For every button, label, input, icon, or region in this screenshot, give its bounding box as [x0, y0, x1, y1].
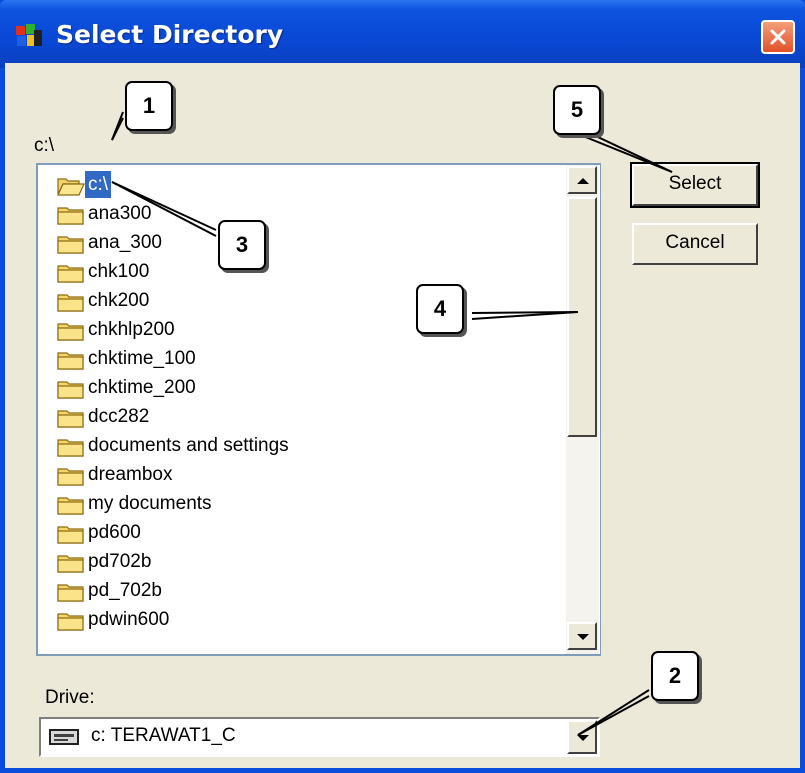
- drive-dropdown-button[interactable]: [567, 720, 597, 754]
- folder-name: chk100: [88, 261, 150, 282]
- folder-name: chktime_200: [88, 377, 196, 398]
- folder-item[interactable]: chk200: [38, 286, 566, 315]
- folder-item[interactable]: dcc282: [38, 402, 566, 431]
- cancel-button[interactable]: Cancel: [632, 223, 758, 265]
- folder-item[interactable]: dreambox: [38, 460, 566, 489]
- callout-1: 1: [125, 81, 173, 131]
- folder-icon: [57, 526, 84, 544]
- folder-name: chktime_100: [88, 348, 196, 369]
- directory-list-items: c:\ ana300 ana_300 chk100 chk200 chkhlp200 chk…: [38, 165, 566, 654]
- folder-icon: [57, 352, 84, 370]
- folder-item[interactable]: chktime_100: [38, 344, 566, 373]
- drive-select[interactable]: c: TERAWAT1_C: [39, 717, 600, 757]
- folder-icon: [57, 497, 84, 515]
- folder-item[interactable]: my documents: [38, 489, 566, 518]
- vertical-scrollbar[interactable]: [566, 165, 599, 654]
- folder-name: documents and settings: [88, 435, 289, 456]
- folder-item[interactable]: chkhlp200: [38, 315, 566, 344]
- folder-name: dcc282: [88, 406, 150, 427]
- callout-3: 3: [218, 220, 266, 270]
- folder-item[interactable]: documents and settings: [38, 431, 566, 460]
- title-bar[interactable]: Select Directory: [0, 0, 805, 68]
- folder-icon: [57, 381, 84, 399]
- callout-5: 5: [553, 85, 601, 135]
- arrow-up-icon: [577, 178, 589, 184]
- window-title: Select Directory: [56, 20, 284, 49]
- current-path-label: c:\: [34, 135, 55, 156]
- scrollbar-thumb[interactable]: [567, 197, 597, 437]
- app-icon: [16, 24, 42, 46]
- folder-icon: [57, 207, 84, 225]
- folder-item[interactable]: pd_702b: [38, 576, 566, 605]
- folder-name: my documents: [88, 493, 212, 514]
- drive-value: c: TERAWAT1_C: [91, 725, 236, 746]
- arrow-down-icon: [577, 634, 589, 640]
- folder-name: ana_300: [88, 232, 162, 253]
- folder-icon: [57, 555, 84, 573]
- folder-item[interactable]: pd702b: [38, 547, 566, 576]
- callout-2: 2: [651, 651, 699, 701]
- folder-name: chk200: [88, 290, 150, 311]
- folder-icon: [57, 439, 84, 457]
- folder-name: pd600: [88, 522, 141, 543]
- folder-name: c:\: [85, 171, 112, 198]
- folder-name: pdwin600: [88, 609, 170, 630]
- close-icon: [770, 29, 786, 45]
- scroll-up-button[interactable]: [567, 166, 597, 194]
- folder-name: pd702b: [88, 551, 152, 572]
- folder-item[interactable]: c:\: [38, 170, 566, 199]
- folder-name: ana300: [88, 203, 152, 224]
- folder-icon: [57, 584, 84, 602]
- folder-item[interactable]: ana_300: [38, 228, 566, 257]
- directory-list[interactable]: c:\ ana300 ana_300 chk100 chk200 chkhlp200 chk…: [36, 163, 601, 656]
- folder-icon: [57, 410, 84, 428]
- select-button[interactable]: Select: [630, 162, 760, 208]
- folder-icon: [57, 236, 84, 254]
- chevron-down-icon: [577, 735, 589, 741]
- drive-label: Drive:: [45, 687, 95, 708]
- folder-item[interactable]: pd600: [38, 518, 566, 547]
- folder-item[interactable]: ana300: [38, 199, 566, 228]
- folder-icon: [57, 294, 84, 312]
- scroll-down-button[interactable]: [567, 622, 597, 650]
- folder-item[interactable]: chk100: [38, 257, 566, 286]
- folder-name: pd_702b: [88, 580, 162, 601]
- folder-name: dreambox: [88, 464, 173, 485]
- folder-item[interactable]: chktime_200: [38, 373, 566, 402]
- drive-icon: [49, 729, 79, 745]
- folder-item[interactable]: pdwin600: [38, 605, 566, 634]
- folder-icon: [57, 468, 84, 486]
- folder-icon: [57, 323, 84, 341]
- folder-icon: [57, 265, 84, 283]
- close-button[interactable]: [761, 20, 795, 54]
- folder-name: chkhlp200: [88, 319, 175, 340]
- callout-4: 4: [416, 284, 464, 334]
- folder-icon: [57, 613, 84, 631]
- folder-open-icon: [57, 178, 85, 196]
